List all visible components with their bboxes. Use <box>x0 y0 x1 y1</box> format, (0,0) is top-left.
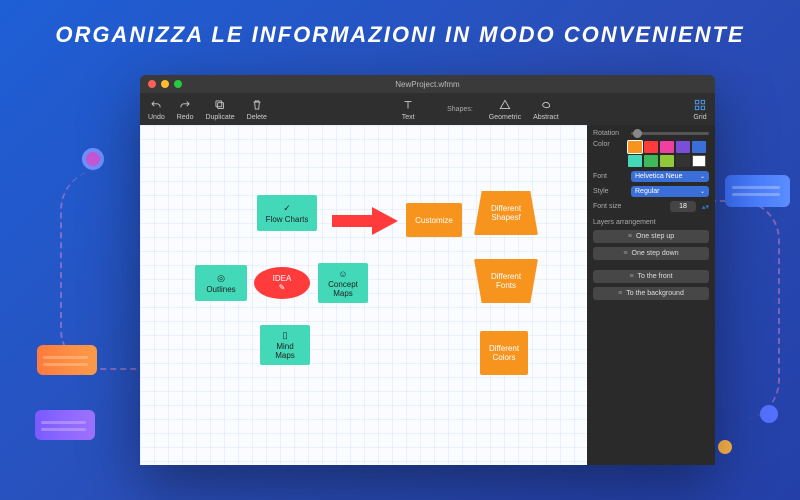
text-tool-label: Text <box>402 114 415 121</box>
grid-toggle-button[interactable]: Grid <box>693 98 707 121</box>
shape-label: Mind Maps <box>275 342 295 360</box>
shape-different-shapes[interactable]: Different Shapesf <box>474 191 538 235</box>
shape-label: Customize <box>415 216 453 225</box>
color-swatch[interactable] <box>676 141 690 153</box>
inspector-panel: Rotation Color Font Helvetica Neue ⌄ Sty… <box>587 125 715 465</box>
rotation-label: Rotation <box>593 130 627 137</box>
redo-button[interactable]: Redo <box>177 98 194 121</box>
window-title: NewProject.wfmm <box>140 80 715 89</box>
layer-btn-label: To the background <box>626 290 684 297</box>
workspace: ✓ Flow Charts ◎ Outlines IDEA ✎ ☺ Concep… <box>140 125 715 465</box>
undo-button[interactable]: Undo <box>148 98 165 121</box>
shape-customize[interactable]: Customize <box>406 203 462 237</box>
layer-to-front-button[interactable]: ≡To the front <box>593 270 709 283</box>
layer-step-down-button[interactable]: ≡One step down <box>593 247 709 260</box>
shapes-group-label: Shapes: <box>447 106 473 113</box>
shape-mind-maps[interactable]: ▯ Mind Maps <box>260 325 310 365</box>
duplicate-button[interactable]: Duplicate <box>205 98 234 121</box>
shape-outlines[interactable]: ◎ Outlines <box>195 265 247 301</box>
color-swatch[interactable] <box>660 141 674 153</box>
shape-label: Flow Charts <box>266 215 309 224</box>
font-select[interactable]: Helvetica Neue ⌄ <box>631 171 709 182</box>
shape-different-colors[interactable]: Different Colors <box>480 331 528 375</box>
target-icon: ◎ <box>217 273 225 284</box>
color-swatch[interactable] <box>644 141 658 153</box>
device-icon: ▯ <box>283 330 288 341</box>
stepper-icon[interactable]: ▴▾ <box>702 203 709 211</box>
arrow-icon <box>330 203 400 244</box>
style-select[interactable]: Regular ⌄ <box>631 186 709 197</box>
layer-step-up-button[interactable]: ≡One step up <box>593 230 709 243</box>
style-value: Regular <box>635 188 660 195</box>
layer-btn-label: To the front <box>638 273 673 280</box>
geometric-label: Geometric <box>489 114 521 121</box>
hero-title: ORGANIZZA LE INFORMAZIONI IN MODO CONVEN… <box>0 22 800 48</box>
undo-label: Undo <box>148 114 165 121</box>
color-swatch[interactable] <box>692 141 706 153</box>
decoration-lines <box>41 417 86 435</box>
shape-concept-maps[interactable]: ☺ Concept Maps <box>318 263 368 303</box>
decoration-dot <box>760 405 778 423</box>
decoration-lines <box>43 352 88 370</box>
color-swatch[interactable] <box>628 155 642 167</box>
fontsize-label: Font size <box>593 203 627 210</box>
grid-label: Grid <box>693 114 706 121</box>
shape-label: Different Colors <box>489 344 519 362</box>
abstract-shapes-button[interactable]: Abstract <box>533 98 559 121</box>
person-icon: ☺ <box>338 269 347 279</box>
shape-idea[interactable]: IDEA ✎ <box>254 267 310 299</box>
chevron-down-icon: ⌄ <box>700 188 705 195</box>
layer-btn-label: One step down <box>632 250 679 257</box>
color-swatch[interactable] <box>644 155 658 167</box>
redo-label: Redo <box>177 114 194 121</box>
abstract-label: Abstract <box>533 114 559 121</box>
fontsize-input[interactable]: 18 <box>670 201 696 212</box>
shape-label: IDEA <box>273 274 292 283</box>
color-swatches <box>628 141 709 167</box>
shape-label: Concept Maps <box>328 280 358 298</box>
shape-flow-charts[interactable]: ✓ Flow Charts <box>257 195 317 231</box>
shape-label: Different Shapesf <box>491 204 521 222</box>
shape-label: Outlines <box>206 285 235 294</box>
geometric-shapes-button[interactable]: Geometric <box>489 98 521 121</box>
shape-different-fonts[interactable]: Different Fonts <box>474 259 538 303</box>
layers-section-title: Layers arrangement <box>593 219 709 226</box>
decoration-dot <box>718 440 732 454</box>
font-label: Font <box>593 173 627 180</box>
delete-label: Delete <box>247 114 267 121</box>
canvas[interactable]: ✓ Flow Charts ◎ Outlines IDEA ✎ ☺ Concep… <box>140 125 587 465</box>
layer-to-back-button[interactable]: ≡To the background <box>593 287 709 300</box>
text-tool-button[interactable]: Text <box>401 98 415 121</box>
color-swatch[interactable] <box>676 155 690 167</box>
chevron-down-icon: ⌄ <box>700 173 705 180</box>
rotation-slider[interactable] <box>631 132 709 135</box>
app-window: NewProject.wfmm Undo Redo Duplicate Dele… <box>140 75 715 465</box>
decoration-dot <box>82 148 104 170</box>
style-label: Style <box>593 188 627 195</box>
color-swatch[interactable] <box>692 155 706 167</box>
color-swatch[interactable] <box>660 155 674 167</box>
shape-label: Different Fonts <box>491 272 521 290</box>
check-icon: ✓ <box>283 203 291 214</box>
titlebar: NewProject.wfmm <box>140 75 715 93</box>
delete-button[interactable]: Delete <box>247 98 267 121</box>
color-swatch[interactable] <box>628 141 642 153</box>
decoration-lines <box>732 182 780 200</box>
toolbar: Undo Redo Duplicate Delete Text Shapes: … <box>140 93 715 125</box>
pencil-icon: ✎ <box>279 283 286 292</box>
font-value: Helvetica Neue <box>635 173 682 180</box>
color-label: Color <box>593 141 624 148</box>
layer-btn-label: One step up <box>636 233 674 240</box>
duplicate-label: Duplicate <box>205 114 234 121</box>
